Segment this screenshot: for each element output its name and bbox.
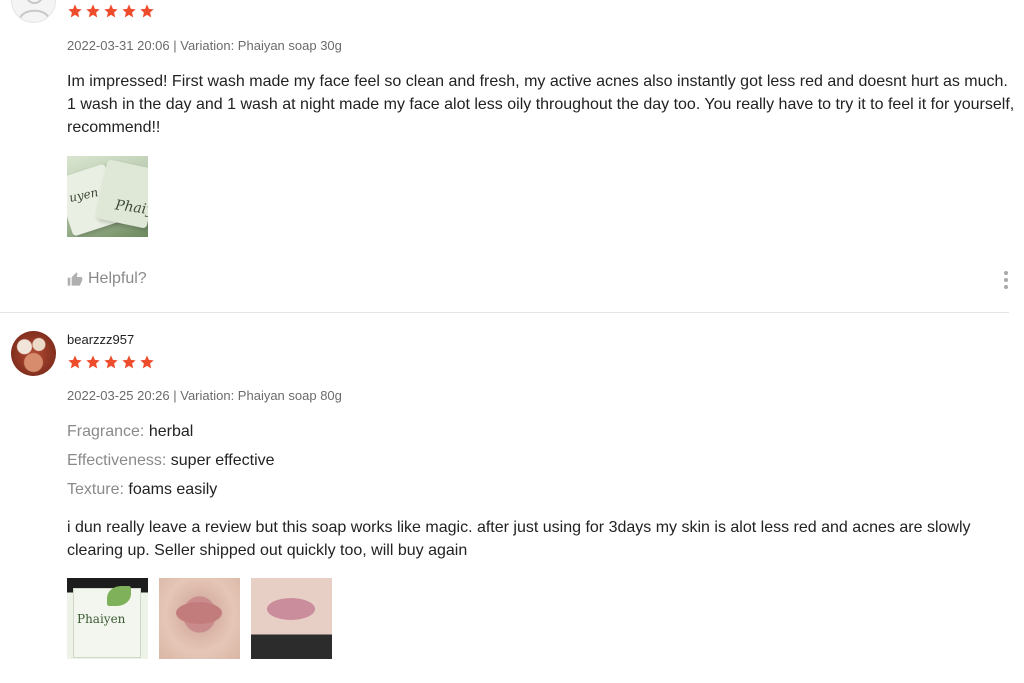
review-comment: i dun really leave a review but this soa…: [67, 519, 971, 559]
reviewer-username[interactable]: bearzzz957: [67, 332, 134, 347]
star-icon: [104, 355, 118, 369]
thumbs-up-icon: [67, 272, 83, 286]
review-item: 2022-03-31 20:06 | Variation: Phaiyan so…: [0, 0, 1024, 313]
avatar[interactable]: [11, 331, 56, 376]
attribute-effectiveness: Effectiveness: super effective: [67, 452, 275, 469]
review-attributes: Fragrance: herbal Effectiveness: super e…: [67, 422, 275, 509]
more-options-icon[interactable]: [1000, 270, 1012, 290]
star-icon: [86, 4, 100, 18]
star-icon: [104, 4, 118, 18]
attribute-texture: Texture: foams easily: [67, 481, 218, 498]
star-icon: [140, 4, 154, 18]
product-photo[interactable]: Phaiyen: [67, 578, 148, 659]
review-meta: 2022-03-25 20:26 | Variation: Phaiyan so…: [67, 388, 342, 403]
lips-after-photo[interactable]: [251, 578, 332, 659]
default-avatar-icon[interactable]: [11, 0, 56, 23]
star-icon: [122, 355, 136, 369]
product-photo[interactable]: uyen Phaiy: [67, 156, 148, 237]
review-item: bearzzz957 2022-03-25 20:26 | Variation:…: [0, 313, 1024, 683]
review-images: uyen Phaiy: [67, 156, 148, 237]
star-icon: [140, 355, 154, 369]
helpful-button[interactable]: Helpful?: [67, 270, 147, 288]
star-icon: [86, 355, 100, 369]
helpful-label: Helpful?: [88, 270, 147, 287]
star-icon: [68, 355, 82, 369]
star-rating: [67, 3, 155, 21]
attribute-fragrance: Fragrance: herbal: [67, 423, 194, 440]
star-icon: [68, 4, 82, 18]
review-images: Phaiyen: [67, 578, 332, 659]
star-rating: [67, 354, 155, 372]
star-icon: [122, 4, 136, 18]
review-meta: 2022-03-31 20:06 | Variation: Phaiyan so…: [67, 38, 342, 53]
review-comment: Im impressed! First wash made my face fe…: [67, 73, 1015, 136]
lips-before-photo[interactable]: [159, 578, 240, 659]
